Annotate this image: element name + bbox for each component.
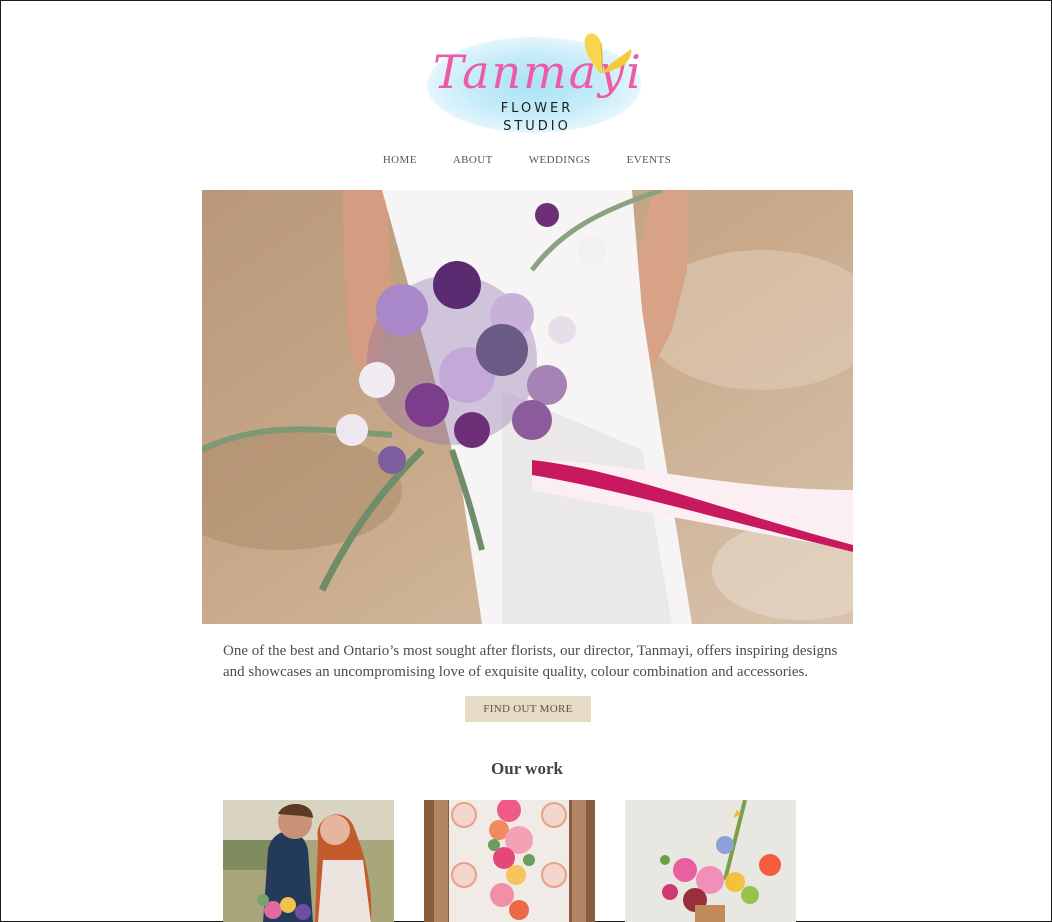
nav-item-home[interactable]: HOME: [365, 154, 435, 166]
nav-item-events[interactable]: EVENTS: [609, 154, 690, 166]
find-out-more-button[interactable]: FIND OUT MORE: [465, 696, 591, 722]
work-thumbnail-table[interactable]: [424, 800, 595, 922]
logo-line-studio: STUDIO: [503, 119, 571, 134]
nav-item-weddings[interactable]: WEDDINGS: [511, 154, 609, 166]
main-nav: HOME ABOUT WEDDINGS EVENTS: [1, 154, 1052, 166]
work-thumbnail-arrangement[interactable]: [625, 800, 796, 922]
section-title-our-work: Our work: [491, 759, 563, 778]
work-thumbnail-couple[interactable]: [223, 800, 394, 922]
hero-image: [202, 190, 853, 624]
butterfly-icon: [584, 33, 632, 75]
nav-item-about[interactable]: ABOUT: [435, 154, 511, 166]
intro-paragraph: One of the best and Ontario’s most sough…: [223, 643, 838, 680]
brand-logo[interactable]: Tanmayi FLOWER STUDIO: [419, 23, 655, 143]
logo-line-flower: FLOWER: [500, 101, 574, 116]
